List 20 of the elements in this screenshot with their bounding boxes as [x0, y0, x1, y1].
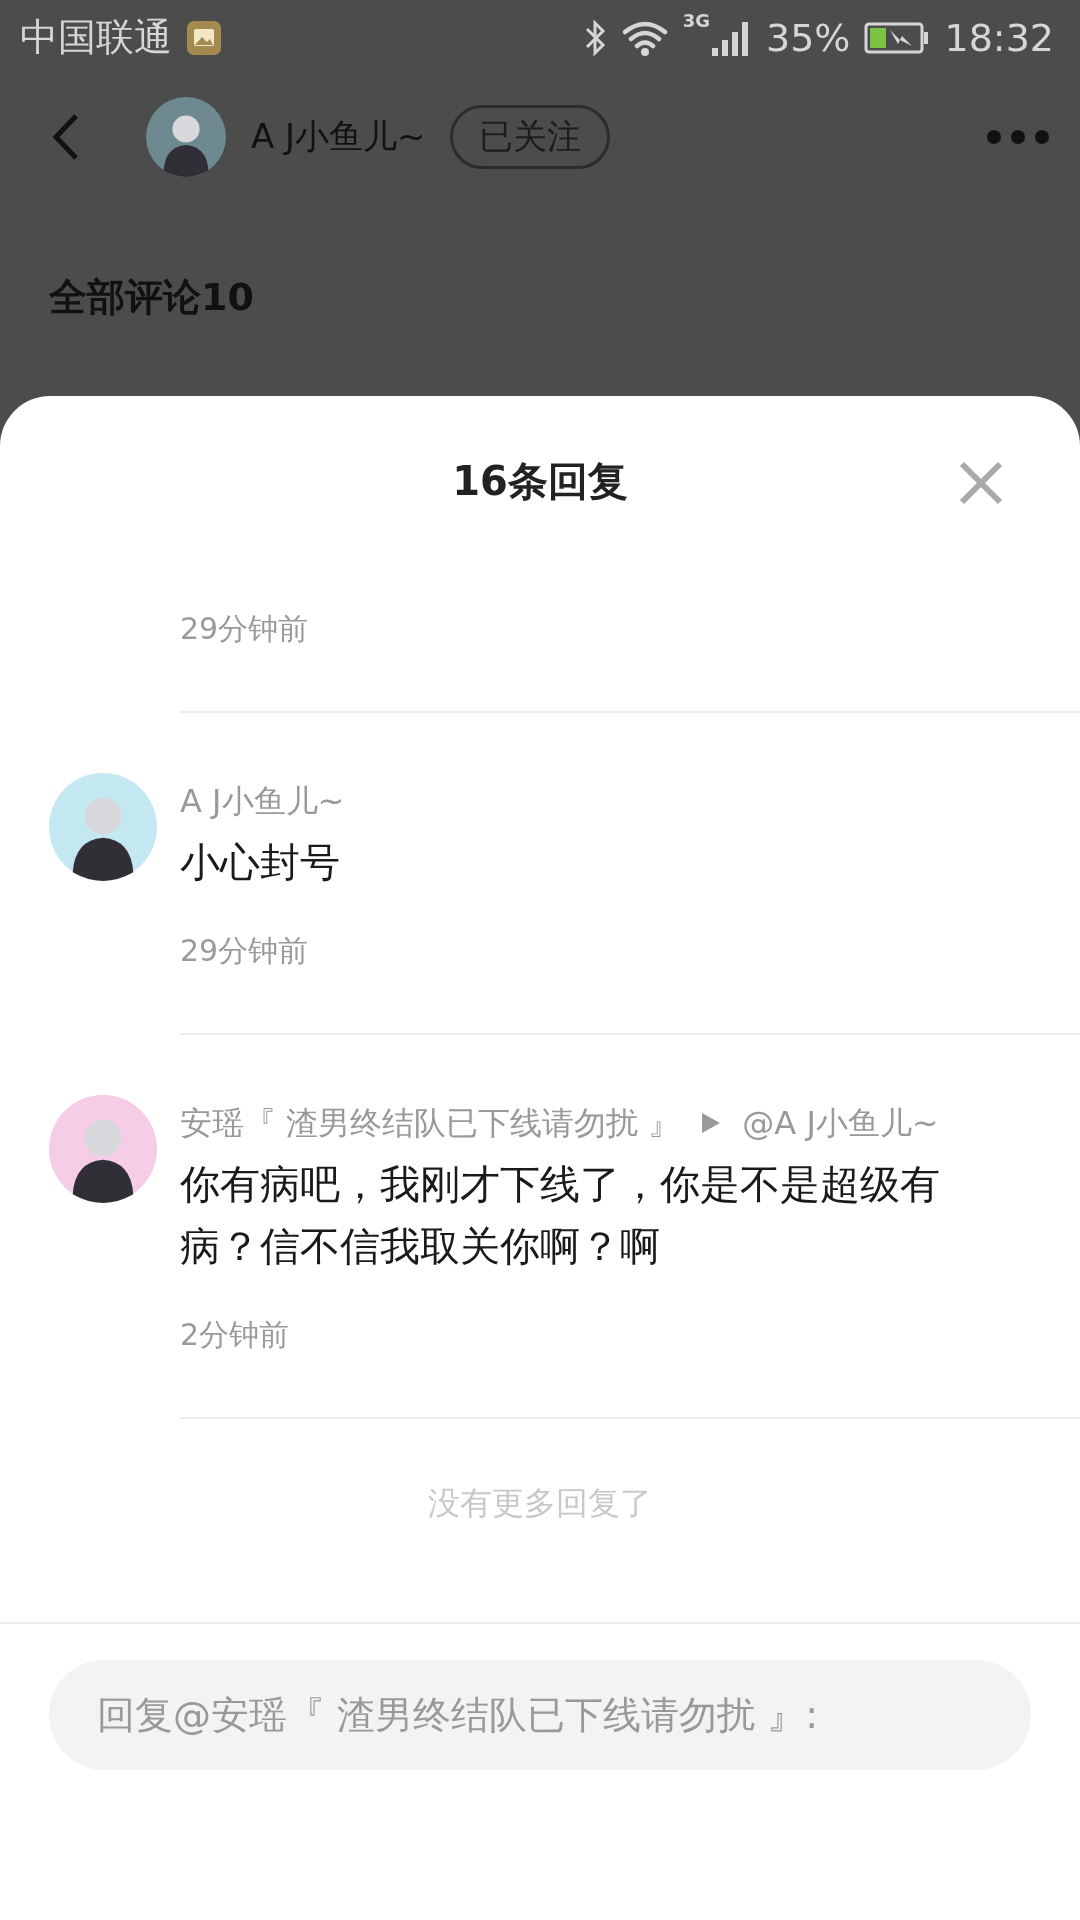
reply-author[interactable]: 安瑶『 渣男终结队已下线请勿扰 』: [180, 1103, 681, 1143]
battery-percent: 35%: [766, 15, 851, 60]
reply-input[interactable]: 回复@安瑶『 渣男终结队已下线请勿扰 』:: [49, 1660, 1031, 1770]
reply-author[interactable]: A J小鱼儿~: [180, 781, 345, 821]
close-icon[interactable]: [958, 460, 1004, 506]
reply-target[interactable]: @A J小鱼儿~: [742, 1103, 939, 1143]
gallery-icon: [186, 19, 222, 56]
reply-time: 29分钟前: [180, 932, 310, 970]
comments-heading: 全部评论10: [48, 274, 255, 317]
more-icon[interactable]: [986, 129, 1050, 145]
reply-time: 29分钟前: [180, 610, 310, 648]
sheet-title: 16条回复: [452, 456, 628, 506]
reply-time: 2分钟前: [180, 1316, 291, 1354]
author-name: A J小鱼儿~: [251, 115, 426, 158]
network-label: 3G: [682, 10, 710, 31]
reply-text: 小心封号: [180, 838, 341, 887]
clock: 18:32: [944, 15, 1054, 60]
carrier-name: 中国联通: [20, 14, 172, 61]
back-icon[interactable]: [50, 112, 80, 162]
reply-text: 你有病吧，我刚才下线了，你是不是超级有病？信不信我取关你啊？啊: [180, 1160, 941, 1271]
